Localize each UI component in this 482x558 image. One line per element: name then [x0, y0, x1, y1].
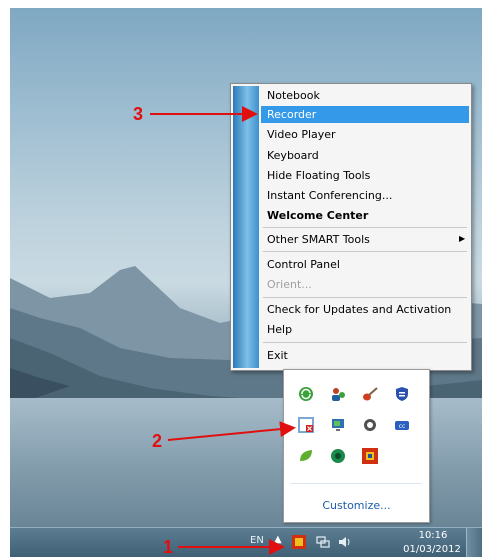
menu-item-video-player[interactable]: Video Player: [267, 128, 336, 141]
show-desktop-button[interactable]: [466, 528, 482, 557]
svg-text:cc: cc: [399, 423, 406, 430]
sync-icon[interactable]: [298, 386, 314, 402]
green-disc-icon[interactable]: [330, 448, 346, 464]
clock-date[interactable]: 01/03/2012: [400, 544, 464, 555]
menu-item-check-for-updates[interactable]: Check for Updates and Activation: [267, 303, 451, 316]
tray-separator: [290, 483, 422, 484]
smart-context-menu: Notebook Recorder Video Player Keyboard …: [230, 83, 472, 371]
menu-separator: [263, 227, 467, 228]
customize-link[interactable]: Customize...: [284, 499, 429, 512]
network-icon[interactable]: [316, 535, 330, 549]
submenu-arrow-icon: ▶: [459, 234, 466, 243]
menu-item-other-smart-tools[interactable]: Other SMART Tools: [267, 233, 370, 246]
menu-separator: [263, 251, 467, 252]
language-indicator[interactable]: EN: [250, 535, 264, 546]
users-icon[interactable]: [330, 386, 346, 402]
taskbar: EN ▲ 10:16 01/03/2012: [10, 527, 482, 557]
gear-icon[interactable]: [362, 417, 378, 433]
menu-separator: [263, 342, 467, 343]
menu-item-help[interactable]: Help: [267, 323, 292, 336]
menu-item-keyboard[interactable]: Keyboard: [267, 149, 319, 162]
menu-item-instant-conferencing[interactable]: Instant Conferencing...: [267, 189, 392, 202]
volume-icon[interactable]: [338, 535, 352, 549]
smart-board-icon[interactable]: [362, 448, 378, 464]
menu-side-strip: [233, 86, 259, 368]
menu-item-welcome-center[interactable]: Welcome Center: [267, 209, 368, 222]
annotation-step-3: 3: [133, 104, 144, 124]
menu-item-control-panel[interactable]: Control Panel: [267, 258, 340, 271]
shield-icon[interactable]: [394, 386, 410, 402]
cc-badge-icon[interactable]: cc: [394, 417, 410, 433]
leaf-icon[interactable]: [298, 448, 314, 464]
menu-item-exit[interactable]: Exit: [267, 349, 288, 362]
menu-separator: [263, 297, 467, 298]
recorder-tray-icon[interactable]: [298, 417, 314, 433]
menu-item-hide-floating-tools[interactable]: Hide Floating Tools: [267, 169, 370, 182]
annotation-step-1: 1: [163, 537, 174, 557]
menu-item-recorder[interactable]: Recorder: [267, 108, 316, 121]
menu-item-notebook[interactable]: Notebook: [267, 89, 320, 102]
menu-item-orient: Orient...: [267, 278, 312, 291]
display-icon[interactable]: [330, 417, 346, 433]
guitar-icon[interactable]: [362, 386, 378, 402]
notification-area-overflow: cc Customize...: [283, 369, 430, 523]
smart-board-tray-icon[interactable]: [292, 535, 306, 549]
clock-time[interactable]: 10:16: [410, 530, 456, 541]
annotation-step-2: 2: [152, 431, 163, 451]
show-hidden-icons-icon[interactable]: ▲: [274, 534, 282, 545]
